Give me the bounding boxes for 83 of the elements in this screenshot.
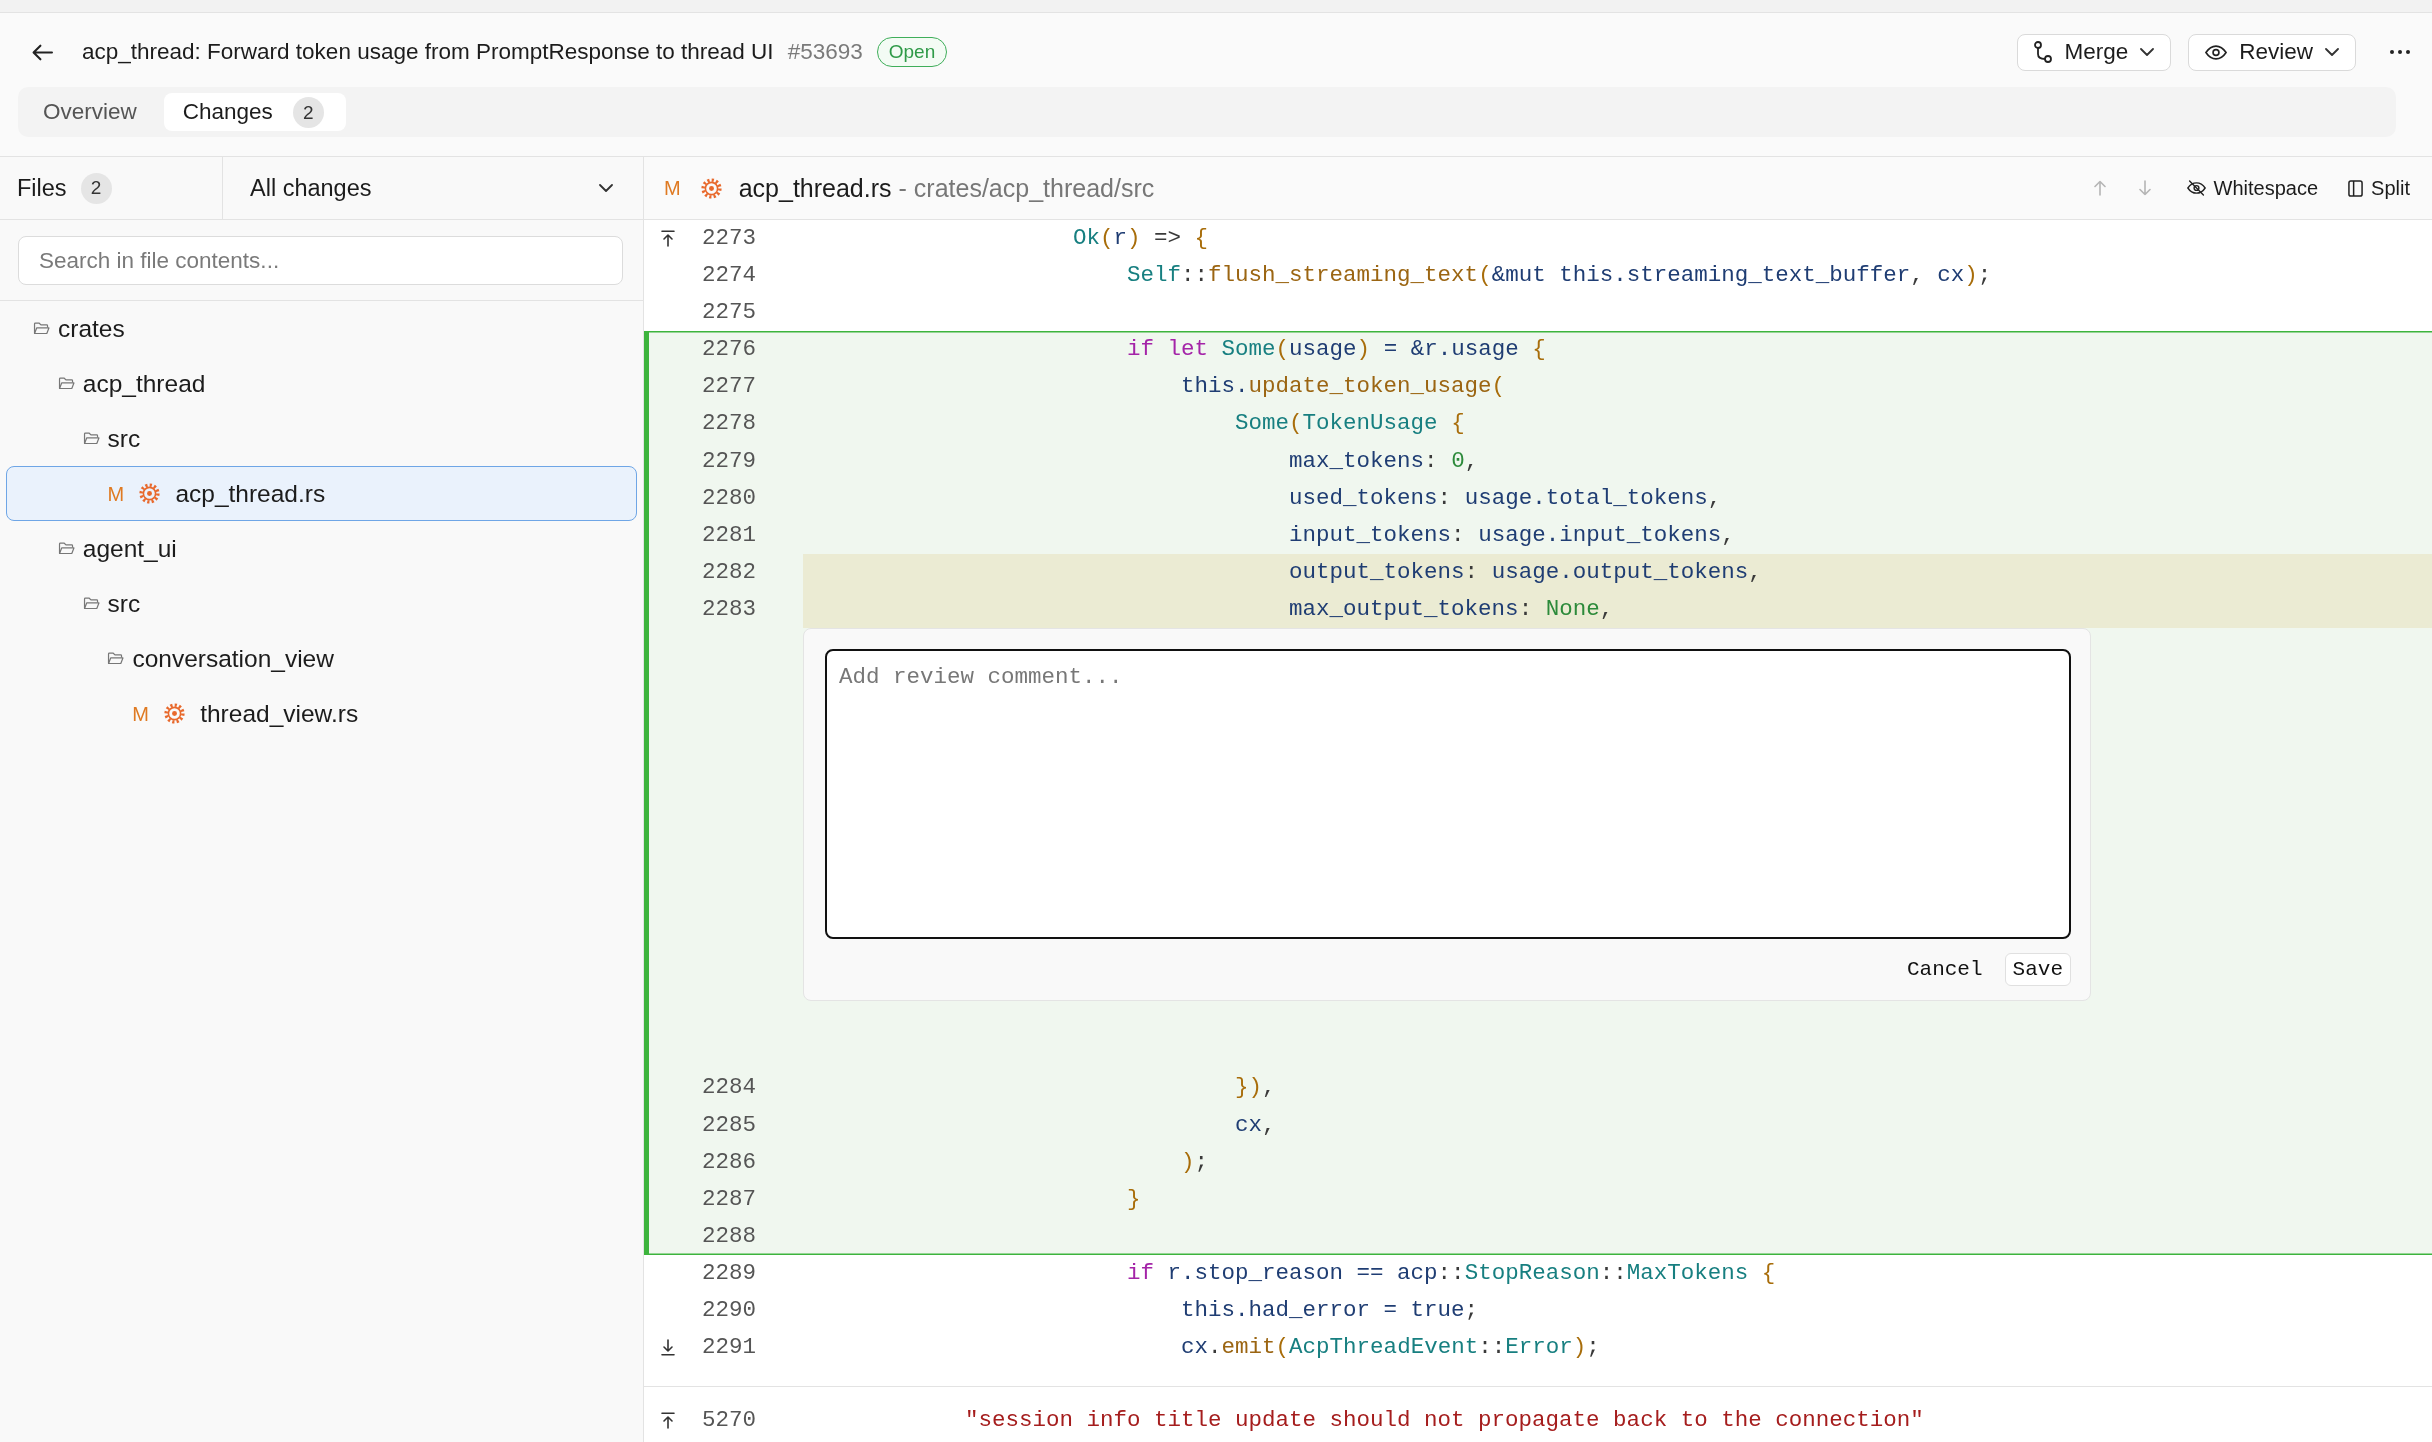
expand-up-icon[interactable] (661, 230, 675, 248)
review-button[interactable]: Review (2188, 33, 2356, 71)
chevron-down-icon (2140, 48, 2155, 56)
code-line: used_tokens: usage.total_tokens, (1289, 483, 1722, 513)
line-number: 2286 (702, 1148, 756, 1175)
code-line: max_output_tokens: None, (1289, 594, 1614, 624)
line-number: 2291 (702, 1334, 756, 1361)
status-badge: Open (876, 37, 948, 67)
search-field[interactable]: Search in file contents... (18, 236, 623, 285)
count-badge: 2 (292, 96, 324, 128)
code-line: max_tokens: 0, (1289, 446, 1479, 476)
save-button[interactable]: Save (2004, 953, 2071, 987)
line-number: 2279 (702, 447, 756, 474)
comment-field[interactable]: Add review comment... (825, 649, 2071, 940)
line-number: 2284 (702, 1074, 756, 1101)
line-number: 2274 (702, 262, 756, 289)
code-line: if let Some(usage) = &r.usage { (1127, 335, 1546, 365)
line-number: 2282 (702, 558, 756, 585)
chevron-down-icon (599, 184, 613, 192)
gear-icon (164, 703, 186, 724)
split-toggle[interactable]: Split (2348, 178, 2410, 198)
line-number: 2278 (702, 410, 756, 437)
cancel-button[interactable]: Cancel (1898, 953, 1991, 987)
gear-icon (700, 177, 722, 199)
code-line: input_tokens: usage.input_tokens, (1289, 520, 1735, 550)
merge-button[interactable]: Merge (2017, 33, 2172, 71)
expand-up-icon[interactable] (661, 1412, 675, 1430)
line-number: 2290 (702, 1297, 756, 1323)
eye-slash-icon (2186, 180, 2206, 196)
tree-item[interactable]: src (6, 576, 637, 631)
code-line: } (1127, 1184, 1141, 1214)
line-number: 2287 (702, 1185, 756, 1212)
branch-icon (2034, 41, 2053, 63)
line-number: 2281 (702, 521, 756, 548)
code-line: "session info title update should not propagate back to the connection" (965, 1406, 1924, 1436)
chevron-down-icon (2325, 48, 2339, 56)
tree-item[interactable]: conversation_view (6, 631, 637, 686)
pr-number: #53693 (787, 38, 863, 67)
tree-item[interactable]: agent_ui (6, 521, 637, 576)
tree-item[interactable]: M acp_thread.rs (6, 466, 637, 521)
code-line: }), (1235, 1073, 1276, 1103)
tree-item[interactable]: M thread_view.rs (6, 686, 637, 741)
line-number: 2280 (702, 484, 756, 511)
eye-icon (2205, 44, 2228, 60)
tab[interactable]: Overview (25, 93, 155, 131)
line-number: 2277 (702, 373, 756, 400)
line-number: 2273 (702, 225, 756, 251)
filter-dropdown[interactable]: All changes (223, 157, 643, 219)
code-line: cx, (1235, 1110, 1276, 1140)
back-arrow-icon[interactable] (32, 43, 53, 61)
line-number: 2285 (702, 1111, 756, 1138)
whitespace-toggle[interactable]: Whitespace (2186, 178, 2319, 198)
more-icon[interactable] (2390, 50, 2410, 54)
file-path: - crates/acp_thread/src (898, 172, 1155, 204)
status-letter: M (107, 483, 126, 504)
line-number: 2283 (702, 595, 756, 622)
code-line: this.had_error = true; (1181, 1296, 1479, 1325)
file-name: acp_thread.rs (738, 172, 892, 204)
page-title: acp_thread: Forward token usage from PromptResponse to thread UI (82, 38, 774, 67)
tree-item[interactable]: acp_thread (6, 356, 637, 411)
count-badge: 2 (80, 172, 112, 204)
line-number: 5270 (702, 1407, 756, 1434)
code-line: Ok(r) => { (1073, 224, 1209, 253)
status-letter: M (664, 178, 681, 198)
code-line: Self::flush_streaming_text(&mut this.streaming_text_buffer, cx); (1127, 261, 1992, 291)
files-label: Files (17, 173, 67, 203)
code-line: ); (1181, 1147, 1209, 1177)
line-number: 2276 (702, 336, 756, 363)
code-line: this.update_token_usage( (1181, 372, 1506, 402)
gear-icon (139, 483, 161, 504)
line-number: 2275 (702, 299, 756, 326)
tree-item[interactable]: crates (6, 301, 637, 356)
line-number: 2289 (702, 1259, 756, 1286)
tree-item[interactable]: src (6, 411, 637, 466)
code-line: output_tokens: usage.output_tokens, (1289, 557, 1762, 587)
line-number: 2288 (702, 1222, 756, 1249)
code-line: cx.emit(AcpThreadEvent::Error); (1181, 1333, 1600, 1363)
code-line: if r.stop_reason == acp::StopReason::MaxTokens { (1127, 1258, 1776, 1288)
code-line: Some(TokenUsage { (1235, 409, 1465, 439)
expand-down-icon[interactable] (661, 1339, 675, 1357)
status-letter: M (132, 703, 150, 724)
panel-icon (2348, 179, 2364, 197)
tab[interactable]: Changes 2 (163, 93, 346, 131)
